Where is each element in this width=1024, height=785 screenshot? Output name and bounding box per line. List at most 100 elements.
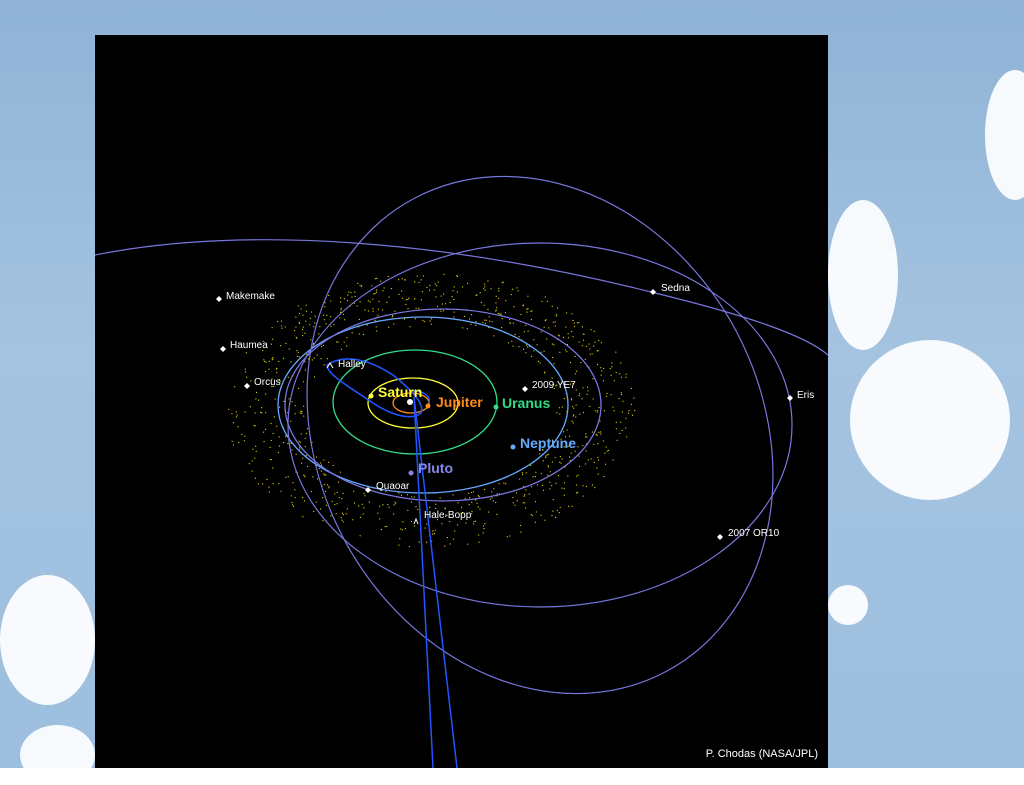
kuiper-belt-dot — [526, 344, 528, 346]
kuiper-belt-dot — [393, 323, 395, 325]
kuiper-belt-dot — [452, 290, 454, 292]
kuiper-belt-dot — [309, 317, 311, 319]
kuiper-belt-dot — [429, 320, 431, 322]
kuiper-belt-dot — [334, 504, 336, 506]
kuiper-belt-dot — [625, 376, 627, 378]
kuiper-belt-dot — [604, 452, 606, 454]
kuiper-belt-dot — [285, 476, 287, 478]
kuiper-belt-dot — [615, 428, 617, 430]
kuiper-belt-dot — [484, 322, 486, 324]
kuiper-belt-dot — [363, 493, 365, 495]
kuiper-belt-dot — [477, 495, 479, 497]
kuiper-belt-dot — [382, 504, 384, 506]
kuiper-belt-dot — [469, 318, 471, 320]
kuiper-belt-dot — [299, 448, 301, 450]
kuiper-belt-dot — [544, 371, 546, 373]
kuiper-belt-dot — [407, 509, 409, 511]
kuiper-belt-dot — [524, 502, 526, 504]
kuiper-belt-dot — [453, 311, 455, 313]
kuiper-belt-dot — [420, 279, 422, 281]
kuiper-belt-dot — [597, 443, 599, 445]
kuiper-belt-dot — [476, 502, 478, 504]
kuiper-belt-dot — [556, 307, 558, 309]
kuiper-belt-dot — [353, 490, 355, 492]
kuiper-belt-dot — [600, 431, 602, 433]
ye7-marker — [522, 386, 528, 392]
kuiper-belt-dot — [393, 504, 395, 506]
kuiper-belt-dot — [610, 394, 612, 396]
kuiper-belt-dot — [302, 335, 304, 337]
kuiper-belt-dot — [246, 376, 248, 378]
kuiper-belt-dot — [342, 492, 344, 494]
kuiper-belt-dot — [463, 315, 465, 317]
kuiper-belt-dot — [303, 415, 305, 417]
kuiper-belt-dot — [359, 535, 361, 537]
kuiper-belt-dot — [457, 524, 459, 526]
kuiper-belt-dot — [454, 530, 456, 532]
kuiper-belt-dot — [287, 376, 289, 378]
kuiper-belt-dot — [551, 485, 553, 487]
kuiper-belt-dot — [433, 289, 435, 291]
kuiper-belt-dot — [554, 325, 556, 327]
kuiper-belt-dot — [374, 293, 376, 295]
kuiper-belt-dot — [457, 502, 459, 504]
kuiper-belt-dot — [255, 398, 257, 400]
kuiper-belt-dot — [435, 507, 437, 509]
kuiper-belt-dot — [491, 497, 493, 499]
kuiper-belt-dot — [608, 449, 610, 451]
kuiper-belt-dot — [325, 323, 327, 325]
kuiper-belt-dot — [497, 312, 499, 314]
kuiper-belt-dot — [340, 309, 342, 311]
kuiper-belt-dot — [280, 320, 282, 322]
kuiper-belt-dot — [596, 350, 598, 352]
kuiper-belt-dot — [621, 429, 623, 431]
kuiper-belt-dot — [234, 386, 236, 388]
kuiper-belt-dot — [340, 348, 342, 350]
kuiper-belt-dot — [382, 290, 384, 292]
kuiper-belt-dot — [295, 453, 297, 455]
kuiper-belt-dot — [487, 308, 489, 310]
kuiper-belt-dot — [577, 491, 579, 493]
kuiper-belt-dot — [342, 313, 344, 315]
kuiper-belt-dot — [576, 475, 578, 477]
kuiper-belt-dot — [483, 528, 485, 530]
kuiper-belt-dot — [407, 299, 409, 301]
kuiper-belt-dot — [528, 493, 530, 495]
kuiper-belt-dot — [413, 496, 415, 498]
kuiper-belt-dot — [411, 496, 413, 498]
kuiper-belt-dot — [498, 483, 500, 485]
kuiper-belt-dot — [444, 303, 446, 305]
kuiper-belt-dot — [525, 472, 527, 474]
kuiper-belt-dot — [358, 333, 360, 335]
kuiper-belt-dot — [287, 443, 289, 445]
kuiper-belt-dot — [298, 321, 300, 323]
kuiper-belt-dot — [578, 455, 580, 457]
kuiper-belt-dot — [582, 445, 584, 447]
kuiper-belt-dot — [327, 484, 329, 486]
kuiper-belt-dot — [582, 485, 584, 487]
kuiper-belt-dot — [387, 276, 389, 278]
kuiper-belt-dot — [335, 513, 337, 515]
kuiper-belt-dot — [518, 346, 520, 348]
kuiper-belt-dot — [496, 307, 498, 309]
kuiper-belt-dot — [546, 338, 548, 340]
kuiper-belt-dot — [279, 406, 281, 408]
kuiper-belt-dot — [422, 275, 424, 277]
kuiper-belt-dot — [328, 461, 330, 463]
or10-orbit — [306, 175, 774, 695]
kuiper-belt-dot — [320, 462, 322, 464]
kuiper-belt-dot — [307, 465, 309, 467]
kuiper-belt-dot — [612, 459, 614, 461]
kuiper-belt-dot — [594, 410, 596, 412]
kuiper-belt-dot — [578, 341, 580, 343]
kuiper-belt-dot — [303, 474, 305, 476]
kuiper-belt-dot — [344, 319, 346, 321]
kuiper-belt-dot — [376, 291, 378, 293]
kuiper-belt-dot — [293, 505, 295, 507]
kuiper-belt-dot — [612, 406, 614, 408]
kuiper-belt-dot — [254, 457, 256, 459]
kuiper-belt-dot — [578, 322, 580, 324]
kuiper-belt-dot — [585, 436, 587, 438]
kuiper-belt-dot — [299, 441, 301, 443]
kuiper-belt-dot — [451, 296, 453, 298]
